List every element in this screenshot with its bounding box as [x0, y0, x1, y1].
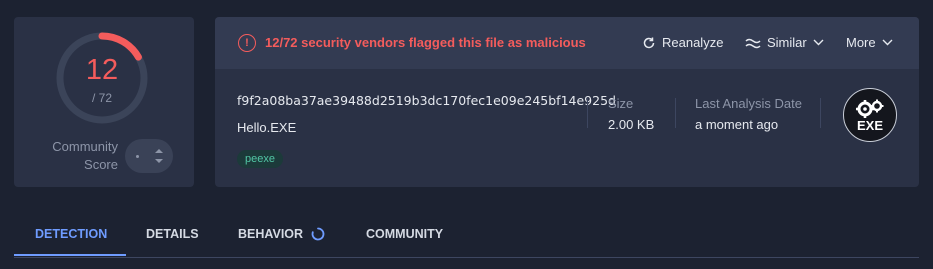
- refresh-icon: [643, 37, 655, 48]
- file-summary-card: ! 12/72 security vendors flagged this fi…: [215, 17, 919, 187]
- malicious-alert-bar: ! 12/72 security vendors flagged this fi…: [215, 17, 919, 69]
- more-label: More: [846, 35, 876, 50]
- more-dropdown[interactable]: More: [846, 35, 893, 50]
- tab-details[interactable]: DETAILS: [146, 210, 199, 257]
- vote-dot-icon: [135, 154, 139, 158]
- reanalyze-button[interactable]: Reanalyze: [642, 35, 723, 50]
- gears-icon: [856, 99, 884, 118]
- tab-behavior[interactable]: BEHAVIOR: [238, 210, 325, 257]
- detection-count: 12: [85, 54, 119, 86]
- file-hash[interactable]: f9f2a08ba37ae39488d2519b3dc170fec1e09e24…: [237, 93, 616, 108]
- size-value: 2.00 KB: [608, 117, 655, 132]
- meta-divider: [587, 98, 588, 128]
- community-score-label: Community Score: [52, 139, 118, 172]
- community-vote-toggle[interactable]: [125, 139, 173, 173]
- similar-icon: [745, 38, 761, 48]
- file-name: Hello.EXE: [237, 120, 297, 135]
- tab-behavior-label: BEHAVIOR: [238, 226, 304, 241]
- loading-spinner-icon: [311, 227, 325, 240]
- alert-text: 12/72 security vendors flagged this file…: [265, 35, 586, 50]
- file-type-badge: EXE: [843, 88, 897, 142]
- last-analysis-value: a moment ago: [695, 117, 779, 132]
- reanalyze-label: Reanalyze: [662, 35, 724, 50]
- vote-arrows-icon[interactable]: [154, 149, 163, 163]
- tab-community-label: COMMUNITY: [366, 226, 444, 241]
- meta-divider: [820, 98, 821, 128]
- similar-label: Similar: [767, 35, 807, 50]
- chevron-down-icon: [813, 39, 824, 46]
- tab-community[interactable]: COMMUNITY: [366, 210, 443, 257]
- size-label: Size: [608, 96, 634, 111]
- tab-details-label: DETAILS: [146, 226, 199, 241]
- tab-detection[interactable]: DETECTION: [35, 210, 107, 257]
- file-type-label: EXE: [856, 117, 883, 133]
- detection-total: / 72: [91, 91, 112, 105]
- alert-circle-icon: !: [238, 34, 256, 52]
- active-tab-indicator: [14, 254, 126, 256]
- community-score-card: 12 / 72 Community Score: [14, 17, 194, 187]
- last-analysis-label: Last Analysis Date: [695, 96, 802, 111]
- file-tag[interactable]: peexe: [237, 150, 283, 168]
- similar-dropdown[interactable]: Similar: [745, 35, 824, 50]
- tab-detection-label: DETECTION: [35, 226, 108, 241]
- meta-divider: [675, 98, 676, 128]
- chevron-down-icon: [882, 39, 893, 46]
- report-tabs: DETECTION DETAILS BEHAVIOR COMMUNITY: [14, 210, 919, 258]
